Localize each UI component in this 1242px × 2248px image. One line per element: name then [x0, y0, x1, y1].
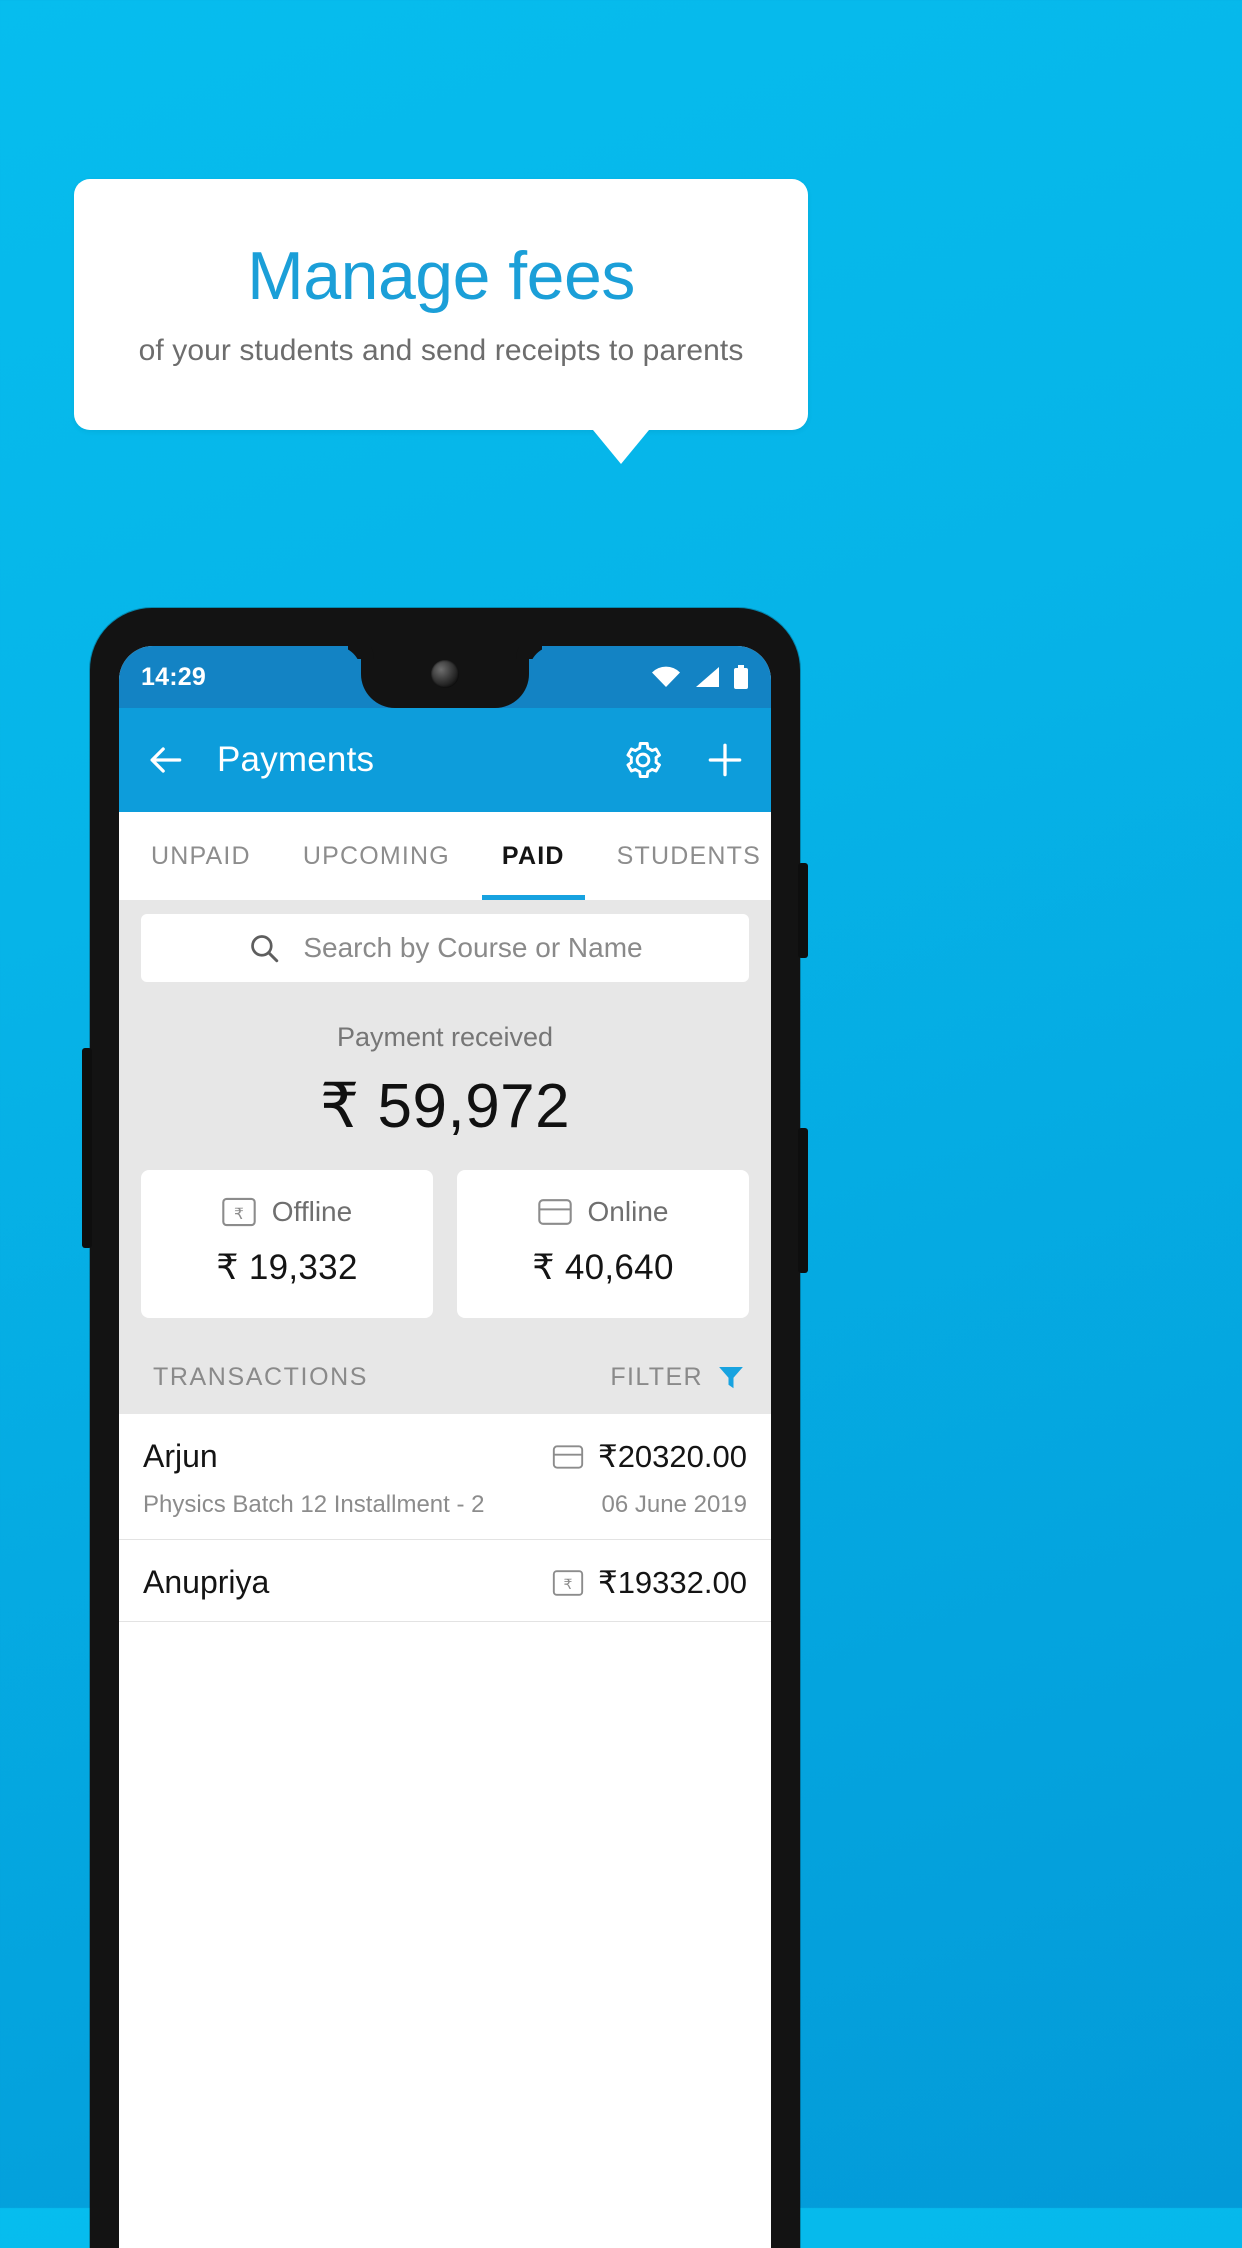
transaction-primary-line: Anupriya ₹ ₹19332.00 [143, 1564, 747, 1601]
tab-upcoming[interactable]: UPCOMING [277, 812, 476, 900]
phone-notch [361, 646, 529, 708]
status-icons [651, 665, 749, 689]
svg-text:₹: ₹ [563, 1577, 572, 1593]
tab-label: STUDENTS [616, 841, 761, 870]
transaction-description: Physics Batch 12 Installment - 2 [143, 1491, 485, 1518]
summary-amount: ₹ 59,972 [319, 1072, 571, 1141]
page-title: Payments [217, 740, 375, 779]
status-clock: 14:29 [141, 662, 206, 691]
app-bar-actions [621, 738, 747, 782]
transaction-primary-line: Arjun ₹20320.00 [143, 1438, 747, 1475]
tab-label: PAID [501, 841, 565, 870]
transactions-title: TRANSACTIONS [153, 1362, 369, 1391]
transaction-amount: ₹20320.00 [597, 1438, 747, 1474]
app-bar: Payments [119, 708, 771, 812]
front-camera-icon [431, 660, 459, 688]
signal-icon [696, 667, 719, 687]
funnel-icon [719, 1367, 743, 1389]
summary-label: Payment received [336, 1022, 554, 1052]
phone-mockup: 14:29 Payments UNPAID UPCOMING PAID STUD… [82, 608, 808, 2248]
battery-icon [734, 665, 748, 689]
transaction-amount-group: ₹ ₹19332.00 [552, 1565, 747, 1601]
tab-label: UPCOMING [302, 841, 450, 870]
plus-icon[interactable] [703, 738, 747, 782]
offline-card-amount: ₹ 19,332 [216, 1248, 358, 1287]
callout-title: Manage fees [247, 237, 635, 314]
credit-card-icon [537, 1199, 572, 1225]
offline-card-label: Offline [271, 1196, 353, 1227]
summary-section: Payment received ₹ 59,972 [119, 1008, 771, 1142]
phone-side-button [82, 1048, 92, 1248]
callout-subtitle: of your students and send receipts to pa… [138, 334, 744, 368]
online-card[interactable]: Online ₹ 40,640 [457, 1170, 749, 1318]
tab-label: UNPAID [151, 841, 251, 870]
online-card-head: Online [467, 1196, 739, 1228]
online-card-label: Online [587, 1196, 669, 1227]
transaction-name: Anupriya [143, 1564, 270, 1600]
transaction-secondary-line: Physics Batch 12 Installment - 2 06 June… [143, 1491, 747, 1519]
callout-bubble: Manage fees of your students and send re… [74, 179, 808, 430]
credit-card-icon [552, 1444, 584, 1469]
payment-method-cards: ₹ Offline ₹ 19,332 Online ₹ 40,640 [119, 1142, 771, 1340]
table-row[interactable]: Anupriya ₹ ₹19332.00 [119, 1540, 771, 1622]
search-placeholder: Search by Course or Name [303, 932, 643, 963]
tab-bar: UNPAID UPCOMING PAID STUDENTS [119, 812, 771, 900]
back-arrow-icon[interactable] [143, 738, 187, 782]
search-input[interactable]: Search by Course or Name [141, 914, 749, 982]
tab-paid[interactable]: PAID [476, 812, 591, 900]
phone-volume-button [798, 1128, 808, 1273]
transactions-header: TRANSACTIONS FILTER [119, 1340, 771, 1414]
gear-icon[interactable] [621, 738, 665, 782]
callout-tail [593, 430, 649, 464]
tab-students[interactable]: STUDENTS [591, 812, 771, 900]
transaction-name: Arjun [143, 1438, 218, 1474]
transaction-amount: ₹19332.00 [597, 1564, 747, 1600]
tab-unpaid[interactable]: UNPAID [125, 812, 277, 900]
offline-card[interactable]: ₹ Offline ₹ 19,332 [141, 1170, 433, 1318]
phone-power-button [798, 863, 808, 958]
rupee-note-icon: ₹ [552, 1569, 584, 1596]
rupee-note-icon: ₹ [222, 1197, 256, 1227]
svg-text:₹: ₹ [234, 1206, 244, 1223]
filter-label: FILTER [610, 1362, 703, 1391]
transaction-date: 06 June 2019 [601, 1491, 747, 1518]
online-card-amount: ₹ 40,640 [532, 1248, 674, 1287]
offline-card-head: ₹ Offline [151, 1196, 423, 1228]
transaction-amount-group: ₹20320.00 [552, 1439, 747, 1475]
wifi-icon [652, 666, 680, 687]
phone-screen: 14:29 Payments UNPAID UPCOMING PAID STUD… [119, 646, 771, 2248]
search-section: Search by Course or Name [119, 900, 771, 1008]
transactions-list: Arjun ₹20320.00 Physics Batch 12 Install… [119, 1414, 771, 1622]
filter-button[interactable]: FILTER [610, 1362, 747, 1392]
table-row[interactable]: Arjun ₹20320.00 Physics Batch 12 Install… [119, 1414, 771, 1540]
search-icon [251, 935, 279, 963]
